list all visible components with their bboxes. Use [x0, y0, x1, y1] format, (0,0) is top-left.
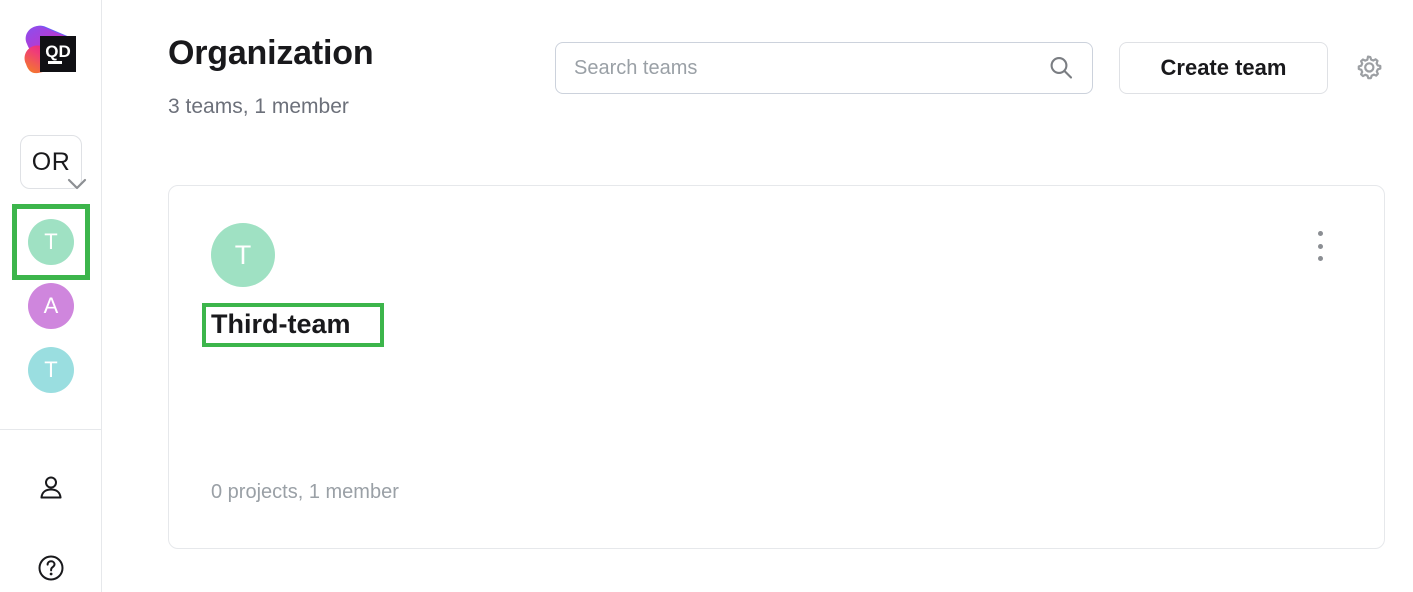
help-icon[interactable] [35, 552, 67, 584]
more-vertical-icon[interactable] [1306, 226, 1334, 266]
create-team-button[interactable]: Create team [1119, 42, 1328, 94]
menu-dot [1317, 243, 1323, 249]
team-avatar-letter: T [234, 239, 252, 270]
sidebar-avatar-letter: T [44, 229, 58, 254]
logo-container: QD [0, 18, 102, 84]
team-meta: 0 projects, 1 member [211, 481, 399, 503]
sidebar-avatar-third-team[interactable]: T [28, 219, 74, 265]
team-card[interactable]: T Third-team 0 projects, 1 member [168, 185, 1385, 549]
sidebar-avatar-t[interactable]: T [28, 347, 74, 393]
chevron-down-icon[interactable] [64, 174, 90, 194]
search-teams-box[interactable] [555, 42, 1093, 94]
menu-dot [1317, 231, 1323, 236]
search-input[interactable] [556, 43, 1044, 93]
org-switcher-label: OR [31, 147, 71, 176]
menu-dot [1317, 256, 1323, 261]
main-content: Organization 3 teams, 1 member Create te… [102, 0, 1413, 592]
sidebar-divider [0, 429, 102, 430]
sidebar-avatar-letter: T [44, 357, 58, 382]
organization-page: QD OR T A T Organization 3 teams, 1 memb… [0, 0, 1413, 592]
gear-icon[interactable] [1350, 50, 1386, 86]
search-icon[interactable] [1044, 53, 1078, 83]
page-title: Organization [168, 34, 374, 72]
sidebar-avatar-letter: A [43, 293, 59, 318]
svg-text:QD: QD [45, 42, 71, 61]
page-subtitle: 3 teams, 1 member [168, 95, 349, 118]
person-icon[interactable] [35, 472, 67, 504]
qodana-logo-icon[interactable]: QD [18, 18, 84, 84]
sidebar-avatar-a[interactable]: A [28, 283, 74, 329]
team-avatar: T [211, 223, 275, 287]
team-name[interactable]: Third-team [206, 307, 356, 342]
sidebar: QD OR T A T [0, 0, 102, 592]
